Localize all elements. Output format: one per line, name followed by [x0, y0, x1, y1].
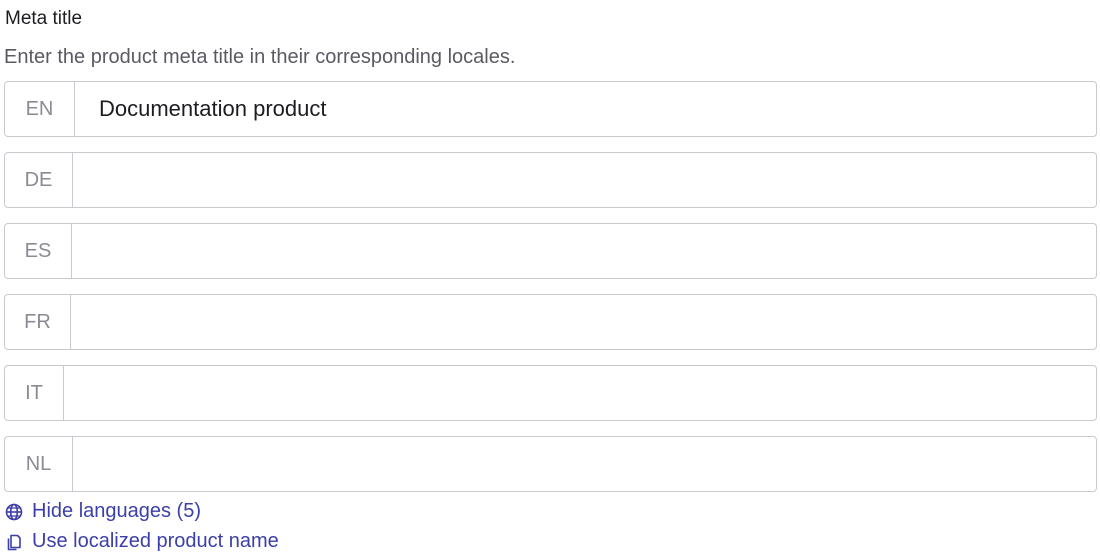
meta-title-input-es[interactable]	[72, 224, 1096, 278]
meta-title-input-fr[interactable]	[71, 295, 1096, 349]
hide-languages-label: Hide languages (5)	[32, 500, 201, 522]
meta-title-help-text: Enter the product meta title in their co…	[4, 46, 516, 68]
use-localized-product-name-button[interactable]: Use localized product name	[4, 530, 279, 553]
hide-languages-button[interactable]: Hide languages (5)	[4, 500, 201, 523]
meta-title-input-nl[interactable]	[73, 437, 1096, 491]
locale-tag-nl: NL	[5, 437, 73, 491]
globe-icon	[4, 502, 24, 522]
locale-row-en: EN	[4, 81, 1097, 137]
locale-row-es: ES	[4, 223, 1097, 279]
locale-row-de: DE	[4, 152, 1097, 208]
locale-tag-es: ES	[5, 224, 72, 278]
use-localized-product-name-label: Use localized product name	[32, 530, 279, 552]
meta-title-input-en[interactable]	[75, 82, 1096, 136]
locale-row-nl: NL	[4, 436, 1097, 492]
copy-icon	[4, 532, 24, 552]
meta-title-input-de[interactable]	[73, 153, 1096, 207]
locale-row-it: IT	[4, 365, 1097, 421]
locale-tag-de: DE	[5, 153, 73, 207]
locale-row-fr: FR	[4, 294, 1097, 350]
locale-tag-fr: FR	[5, 295, 71, 349]
meta-title-label: Meta title	[5, 8, 83, 29]
locale-tag-en: EN	[5, 82, 75, 136]
meta-title-input-it[interactable]	[64, 366, 1096, 420]
locale-tag-it: IT	[5, 366, 64, 420]
